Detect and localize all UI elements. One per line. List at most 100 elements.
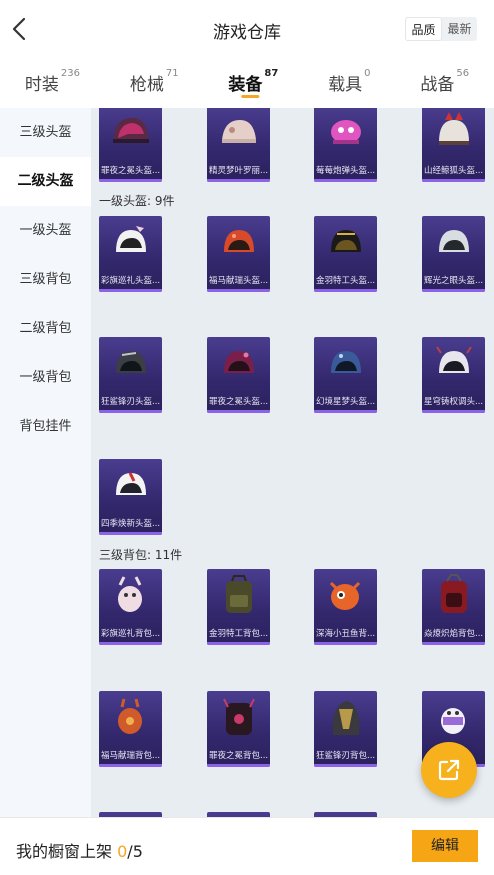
sidebar-item-level2-helmet[interactable]: 二级头盔 — [0, 157, 91, 206]
showcase-total-count: /5 — [127, 842, 143, 861]
item-card[interactable]: 星穹铸权调头... — [422, 337, 485, 413]
helmet-icon — [224, 230, 254, 252]
tab-equipment[interactable]: 装备 87 — [228, 68, 279, 104]
sidebar-item-level1-backpack[interactable]: 一级背包 — [0, 353, 91, 402]
item-name: 罪夜之冕背包... — [209, 751, 269, 761]
helmet-icon — [224, 351, 254, 373]
helmet-icon — [113, 118, 149, 143]
backpack-icon — [118, 576, 142, 612]
item-card[interactable]: 金羽特工背包... — [207, 569, 270, 645]
showcase-current-count: 0 — [117, 842, 128, 861]
helmet-icon — [116, 472, 146, 495]
item-name: 金羽特工背包... — [209, 629, 269, 639]
sort-option-latest[interactable]: 最新 — [442, 17, 477, 41]
backpack-icon — [441, 574, 467, 613]
tab-count: 87 — [264, 68, 279, 79]
item-name: 金羽特工头盔... — [316, 276, 376, 286]
item-name: 精灵梦叶罗丽... — [209, 166, 269, 176]
tab-weapons[interactable]: 枪械 71 — [129, 68, 179, 104]
item-card[interactable]: 狂鲨锋刃头盔... — [99, 337, 162, 413]
item-card[interactable]: 山经鲸狐头盔... — [422, 108, 485, 182]
item-name: 四季焕新头盔... — [101, 519, 161, 529]
tab-vehicles[interactable]: 载具 0 — [328, 68, 371, 104]
helmet-icon — [439, 230, 469, 252]
tab-count: 71 — [165, 68, 179, 79]
share-button[interactable] — [421, 742, 477, 798]
item-name: 星穹铸权调头... — [424, 397, 484, 407]
item-name: 莓莓炮弹头盔... — [316, 166, 376, 176]
backpack-icon — [226, 575, 252, 613]
tab-label: 战备 — [420, 75, 455, 95]
item-card[interactable]: 罪夜之冕头盔... — [99, 108, 162, 182]
item-name: 福马献瑞头盔... — [209, 276, 269, 286]
sort-option-quality[interactable]: 品质 — [405, 17, 442, 41]
showcase-label: 我的橱窗上架 — [16, 842, 113, 861]
item-card[interactable]: 彩旗巡礼背包... — [99, 569, 162, 645]
tab-label: 载具 — [328, 75, 363, 95]
item-card[interactable]: 福马献瑞头盔... — [207, 216, 270, 292]
item-name: 深海小丑鱼背... — [316, 629, 376, 639]
item-card[interactable]: 金羽特工头盔... — [314, 216, 377, 292]
item-name: 狂鲨锋刃头盔... — [101, 397, 161, 407]
sidebar-item-backpack-charm[interactable]: 背包挂件 — [0, 402, 91, 451]
showcase-bar: 我的橱窗上架 0/5 编辑 — [0, 818, 494, 875]
tab-count: 236 — [60, 68, 80, 79]
item-name: 罪夜之冕头盔... — [209, 397, 269, 407]
top-header: 游戏仓库 品质 最新 — [0, 0, 494, 58]
backpack-icon — [118, 698, 142, 734]
helmet-icon — [439, 112, 469, 145]
section-header-level3-backpack: 三级背包: 11件 — [99, 548, 183, 562]
edit-button[interactable]: 编辑 — [412, 830, 478, 862]
helmet-icon — [331, 351, 361, 373]
item-card[interactable]: 罪夜之冕背包... — [207, 691, 270, 767]
sidebar-item-level2-backpack[interactable]: 二级背包 — [0, 304, 91, 353]
item-grid: 罪夜之冕头盔... 精灵梦叶罗丽... 莓莓炮弹头盔... 山经鲸狐头盔... … — [91, 108, 494, 818]
helmet-icon — [222, 120, 256, 143]
backpack-icon — [223, 698, 255, 735]
tab-active-indicator — [241, 95, 260, 98]
item-name: 彩旗巡礼背包... — [101, 629, 161, 639]
item-name: 罪夜之冕头盔... — [101, 166, 161, 176]
helmet-icon — [116, 226, 146, 252]
item-card[interactable]: 精灵梦叶罗丽... — [207, 108, 270, 182]
item-card[interactable]: 罪夜之冕头盔... — [207, 337, 270, 413]
category-tabs: 时装 236 枪械 71 装备 87 载具 0 战备 56 — [0, 58, 494, 108]
helmet-icon — [331, 120, 361, 144]
backpack-icon — [329, 581, 361, 610]
item-card[interactable]: 狂鲨锋刃背包... — [314, 691, 377, 767]
item-name: 幻境星梦头盔... — [316, 397, 376, 407]
helmet-icon — [116, 351, 146, 373]
item-name: 狂鲨锋刃背包... — [316, 751, 376, 761]
item-name: 山经鲸狐头盔... — [424, 166, 484, 176]
item-name: 彩旗巡礼头盔... — [101, 276, 161, 286]
tab-battle-gear[interactable]: 战备 56 — [420, 68, 470, 104]
tab-label: 时装 — [24, 75, 59, 95]
sidebar-item-level1-helmet[interactable]: 一级头盔 — [0, 206, 91, 255]
item-card[interactable]: 四季焕新头盔... — [99, 459, 162, 535]
section-header-level1-helmet: 一级头盔: 9件 — [99, 194, 175, 208]
item-card[interactable]: 彩旗巡礼头盔... — [99, 216, 162, 292]
external-share-icon — [438, 759, 460, 781]
tab-label: 枪械 — [129, 75, 164, 95]
item-name: 焱燎炽焰背包... — [424, 629, 484, 639]
item-card[interactable]: 福马献瑞背包... — [99, 691, 162, 767]
item-name: 辉光之眼头盔... — [424, 276, 484, 286]
item-card[interactable]: 幻境星梦头盔... — [314, 337, 377, 413]
backpack-icon — [441, 708, 465, 734]
item-card[interactable]: 辉光之眼头盔... — [422, 216, 485, 292]
item-card[interactable]: 焱燎炽焰背包... — [422, 569, 485, 645]
tab-fashion[interactable]: 时装 236 — [24, 68, 80, 104]
item-card[interactable]: 莓莓炮弹头盔... — [314, 108, 377, 182]
tab-label: 装备 — [228, 75, 263, 95]
tab-count: 0 — [364, 68, 371, 79]
subcategory-sidebar: 三级头盔 二级头盔 一级头盔 三级背包 二级背包 一级背包 背包挂件 — [0, 108, 91, 818]
item-card[interactable]: 深海小丑鱼背... — [314, 569, 377, 645]
sort-toggle: 品质 最新 — [405, 17, 477, 41]
helmet-icon — [331, 230, 361, 252]
item-name: 福马献瑞背包... — [101, 751, 161, 761]
sidebar-item-level3-backpack[interactable]: 三级背包 — [0, 255, 91, 304]
tab-count: 56 — [456, 68, 470, 79]
sidebar-item-level3-helmet[interactable]: 三级头盔 — [0, 108, 91, 157]
backpack-icon — [332, 701, 360, 735]
helmet-icon — [436, 346, 472, 373]
